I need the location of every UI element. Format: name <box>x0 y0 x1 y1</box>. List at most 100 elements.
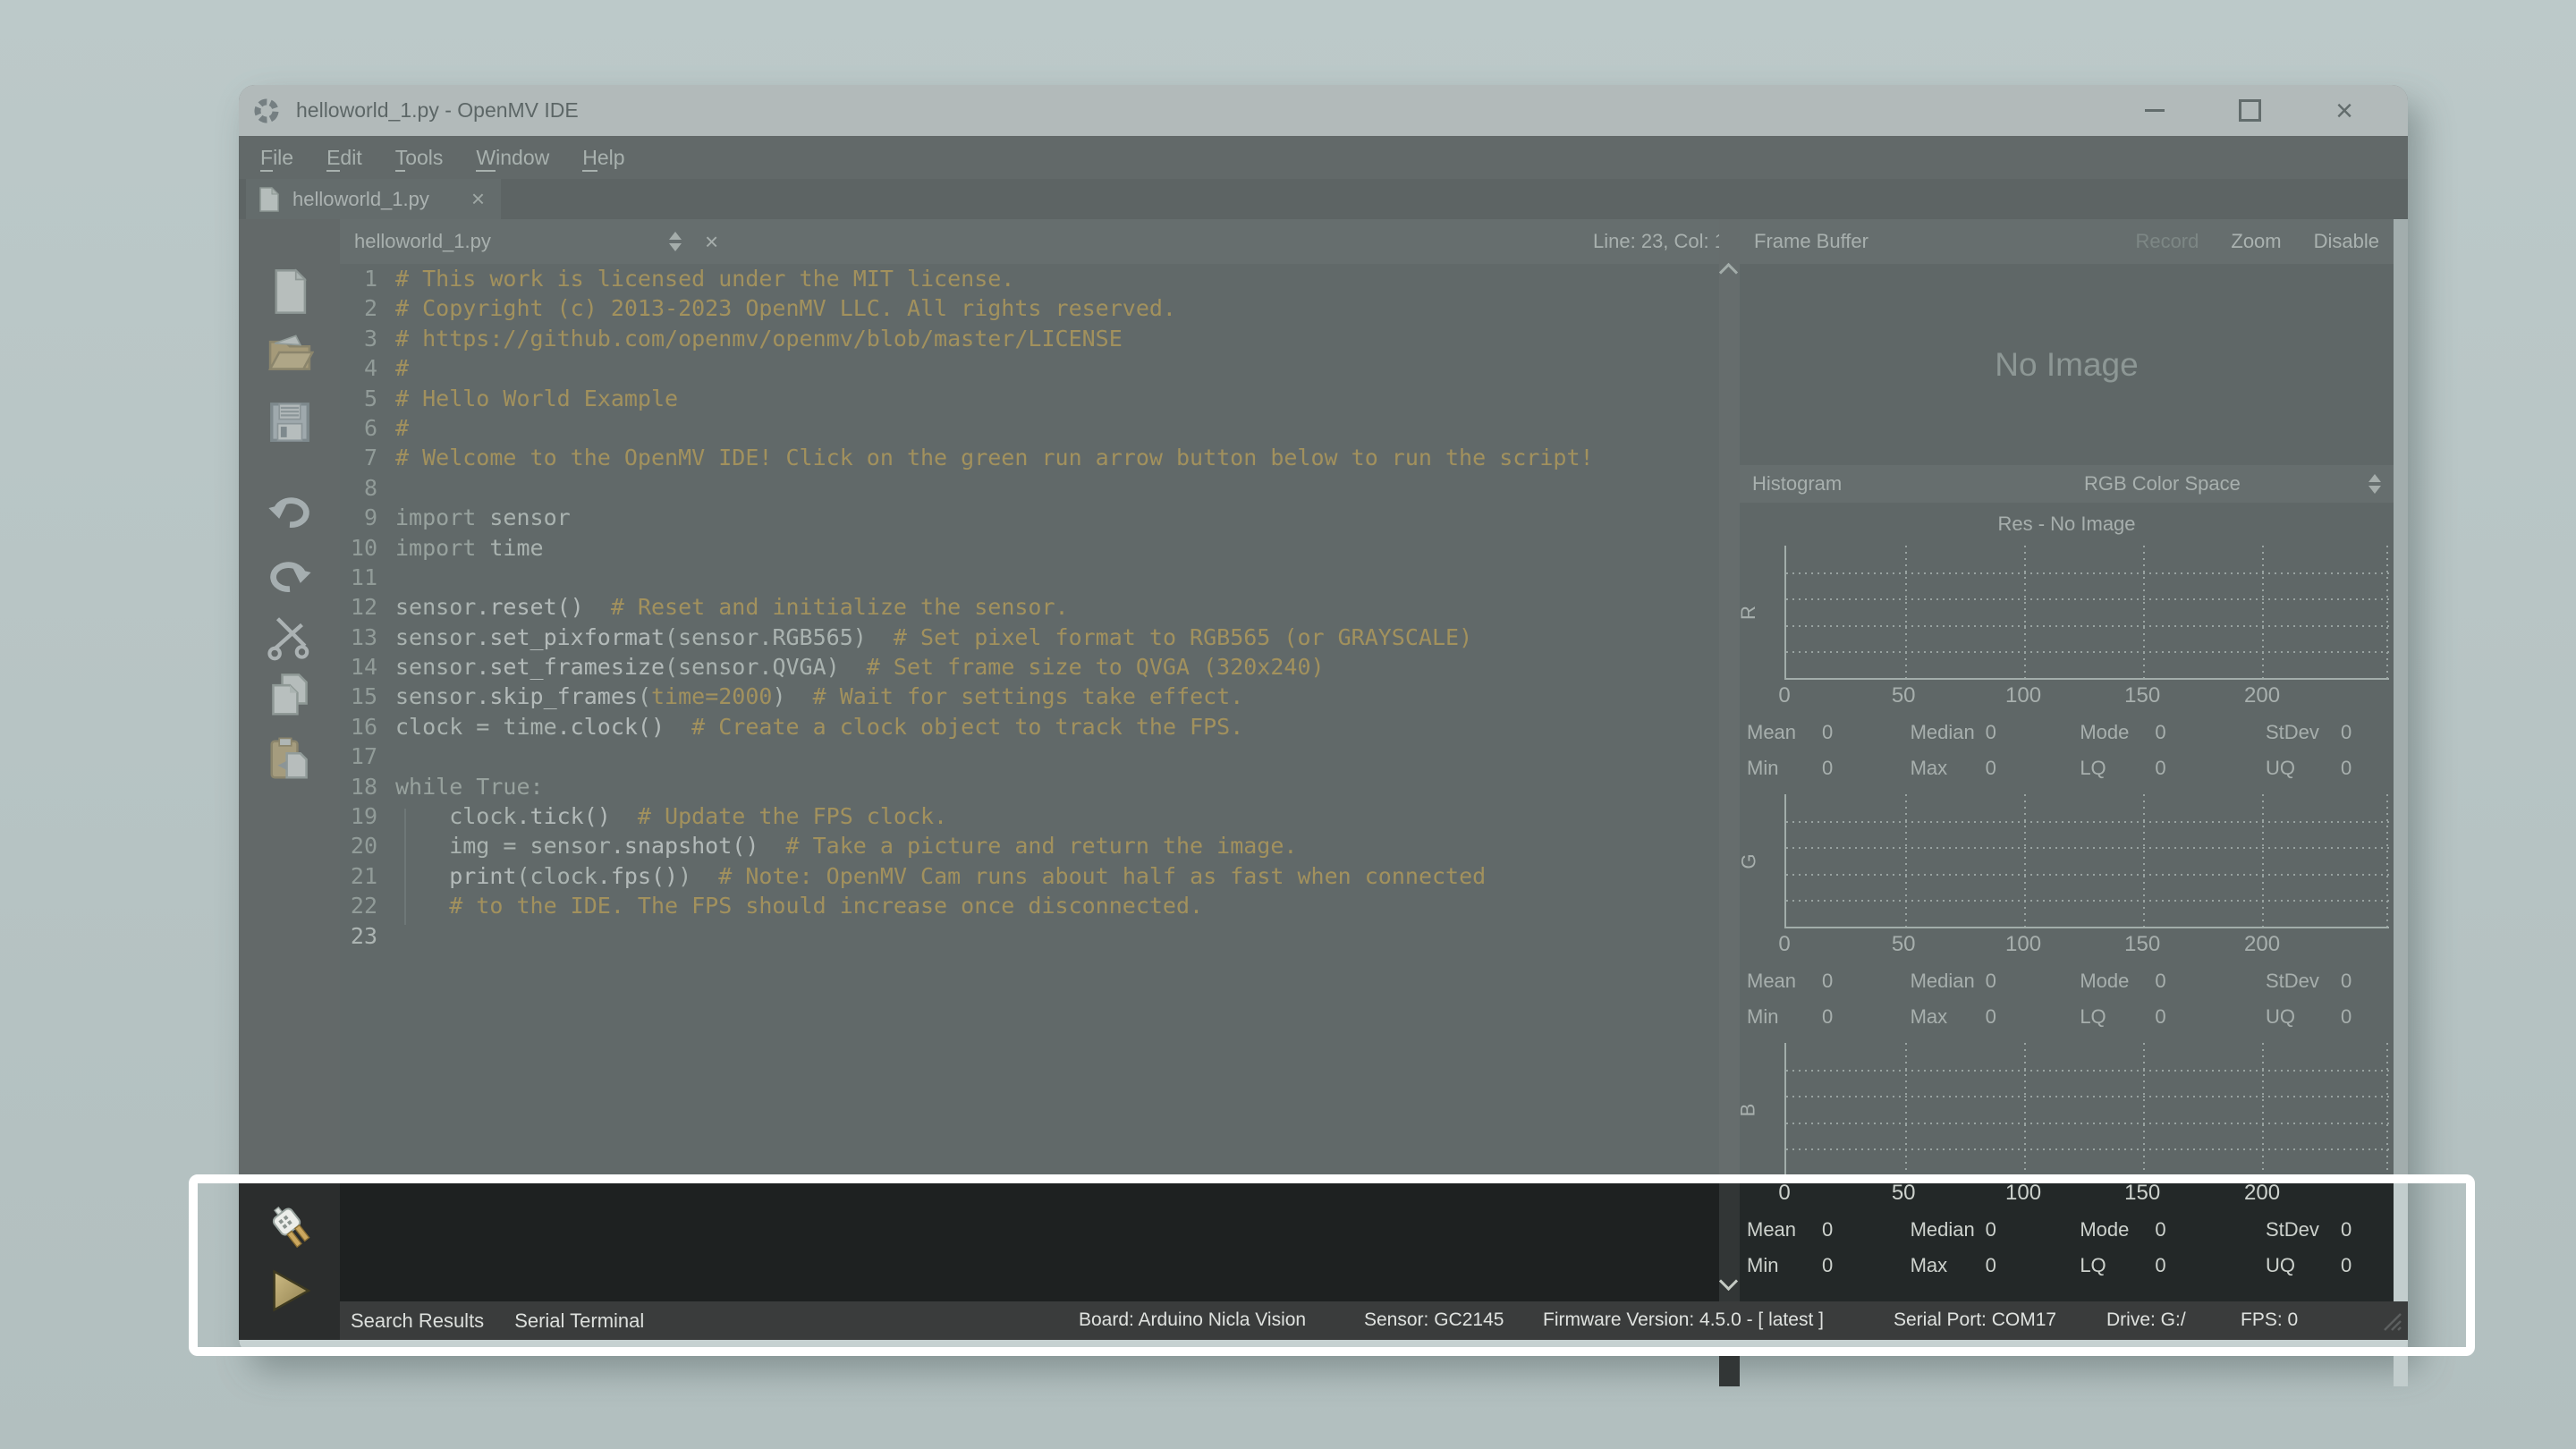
stat-median: Median0 <box>1911 1218 1996 1241</box>
color-space-select[interactable]: RGB Color Space <box>2084 472 2241 496</box>
line-number: 14 <box>340 652 377 682</box>
line-number: 22 <box>340 891 377 920</box>
open-file-icon[interactable] <box>266 328 314 377</box>
side-toolbar <box>239 219 340 1340</box>
code-line[interactable]: 21 print(clock.fps()) # Note: OpenMV Cam… <box>340 861 1719 891</box>
code-line[interactable]: 20 img = sensor.snapshot() # Take a pict… <box>340 831 1719 860</box>
code-line[interactable]: 8 <box>340 473 1719 503</box>
histogram-title: Histogram <box>1752 472 1842 496</box>
close-button[interactable]: × <box>2324 93 2365 129</box>
start-script-icon[interactable] <box>266 1267 314 1316</box>
code-text: # <box>377 353 409 383</box>
tab-close-icon[interactable]: × <box>471 185 501 213</box>
tab-serial-terminal[interactable]: Serial Terminal <box>514 1309 644 1333</box>
code-line[interactable]: 23 <box>340 921 1719 951</box>
stat-max: Max0 <box>1911 1254 1996 1277</box>
window-bottom-edge <box>239 1340 2408 1352</box>
zoom-button[interactable]: Zoom <box>2231 230 2281 253</box>
code-line[interactable]: 10import time <box>340 533 1719 563</box>
stat-stdev: StDev0 <box>2266 721 2351 744</box>
minimize-button[interactable] <box>2134 93 2175 129</box>
paste-icon[interactable] <box>266 735 314 784</box>
line-number: 13 <box>340 623 377 652</box>
tab-helloworld[interactable]: helloworld_1.py × <box>246 179 501 219</box>
code-text <box>377 921 395 951</box>
channel-plot <box>1784 546 2389 680</box>
menu-item-window[interactable]: Window <box>476 146 549 170</box>
editor-close-icon[interactable]: × <box>705 228 718 256</box>
histogram-channel-r: R050100150200Mean0Median0Mode0StDev0Min0… <box>1740 546 2394 789</box>
tab-search-results[interactable]: Search Results <box>351 1309 484 1333</box>
code-text: # This work is licensed under the MIT li… <box>377 264 1014 293</box>
menu-item-help[interactable]: Help <box>582 146 624 170</box>
cut-icon[interactable] <box>266 613 314 661</box>
channel-label: R <box>1737 606 1760 620</box>
code-line[interactable]: 18while True: <box>340 772 1719 801</box>
connect-icon[interactable] <box>266 1201 314 1250</box>
code-line[interactable]: 1# This work is licensed under the MIT l… <box>340 264 1719 293</box>
code-line[interactable]: 15sensor.skip_frames(time=2000) # Wait f… <box>340 682 1719 711</box>
channel-stats-row: Mean0Median0Mode0StDev0 <box>1747 970 2387 1002</box>
code-text <box>377 473 395 503</box>
code-text: # to the IDE. The FPS should increase on… <box>377 891 1203 920</box>
stat-mode: Mode0 <box>2080 721 2165 744</box>
code-line[interactable]: 3# https://github.com/openmv/openmv/blob… <box>340 324 1719 353</box>
maximize-button[interactable] <box>2229 93 2270 129</box>
undo-icon[interactable] <box>266 484 314 532</box>
copy-icon[interactable] <box>266 672 314 720</box>
code-line[interactable]: 13sensor.set_pixformat(sensor.RGB565) # … <box>340 623 1719 652</box>
code-text: # Copyright (c) 2013-2023 OpenMV LLC. Al… <box>377 293 1176 323</box>
openmv-ide-window: helloworld_1.py - OpenMV IDE × File Edit T… <box>239 85 2408 1352</box>
code-text: img = sensor.snapshot() # Take a picture… <box>377 831 1297 860</box>
code-line[interactable]: 19 clock.tick() # Update the FPS clock. <box>340 801 1719 831</box>
code-line[interactable]: 6# <box>340 413 1719 443</box>
frame-buffer-view: No Image <box>1740 264 2394 465</box>
new-file-icon[interactable] <box>266 267 314 316</box>
line-number: 8 <box>340 473 377 503</box>
line-number: 23 <box>340 921 377 951</box>
code-line[interactable]: 9import sensor <box>340 503 1719 532</box>
color-space-spinner-icon[interactable] <box>2368 474 2381 494</box>
code-text: clock.tick() # Update the FPS clock. <box>377 801 947 831</box>
code-editor[interactable]: 1# This work is licensed under the MIT l… <box>340 264 1719 1182</box>
menu-item-edit[interactable]: Edit <box>326 146 362 170</box>
stat-median: Median0 <box>1911 970 1996 993</box>
code-line[interactable]: 4# <box>340 353 1719 383</box>
firmware-status: Firmware Version: 4.5.0 - [ latest ] <box>1543 1309 1824 1331</box>
menu-item-tools[interactable]: Tools <box>395 146 444 170</box>
channel-stats-row: Min0Max0LQ0UQ0 <box>1747 1005 2387 1038</box>
code-line[interactable]: 14sensor.set_framesize(sensor.QVGA) # Se… <box>340 652 1719 682</box>
editor-scrollbar[interactable] <box>1719 219 1740 1386</box>
code-line[interactable]: 22 # to the IDE. The FPS should increase… <box>340 891 1719 920</box>
redo-icon[interactable] <box>266 548 314 597</box>
code-line[interactable]: 2# Copyright (c) 2013-2023 OpenMV LLC. A… <box>340 293 1719 323</box>
chevron-up-icon[interactable] <box>1719 263 1738 282</box>
code-text: # Welcome to the OpenMV IDE! Click on th… <box>377 443 1594 472</box>
stat-uq: UQ0 <box>2266 1005 2351 1029</box>
panel-scrollbar[interactable] <box>2394 219 2408 1386</box>
editor-filename: helloworld_1.py <box>354 230 669 253</box>
serial-port-status: Serial Port: COM17 <box>1894 1309 2056 1331</box>
code-line[interactable]: 16clock = time.clock() # Create a clock … <box>340 712 1719 741</box>
line-number: 11 <box>340 563 377 592</box>
drive-status: Drive: G:/ <box>2106 1309 2186 1331</box>
code-text: while True: <box>377 772 544 801</box>
code-line[interactable]: 17 <box>340 741 1719 771</box>
code-line[interactable]: 11 <box>340 563 1719 592</box>
line-number: 15 <box>340 682 377 711</box>
resize-grip[interactable] <box>2376 1305 2402 1336</box>
code-line[interactable]: 12sensor.reset() # Reset and initialize … <box>340 592 1719 622</box>
camera-shutter-icon <box>253 97 280 124</box>
code-line[interactable]: 5# Hello World Example <box>340 384 1719 413</box>
disable-button[interactable]: Disable <box>2314 230 2379 253</box>
code-text <box>377 563 395 592</box>
title-bar[interactable]: helloworld_1.py - OpenMV IDE × <box>239 85 2408 136</box>
code-line[interactable]: 7# Welcome to the OpenMV IDE! Click on t… <box>340 443 1719 472</box>
stat-lq: LQ0 <box>2080 1254 2165 1277</box>
file-switcher-spinner-icon[interactable] <box>669 232 682 251</box>
chevron-down-icon[interactable] <box>1719 1272 1738 1291</box>
menu-item-file[interactable]: File <box>260 146 293 170</box>
line-number: 17 <box>340 741 377 771</box>
window-title: helloworld_1.py - OpenMV IDE <box>296 98 579 123</box>
save-file-icon[interactable] <box>266 398 314 446</box>
